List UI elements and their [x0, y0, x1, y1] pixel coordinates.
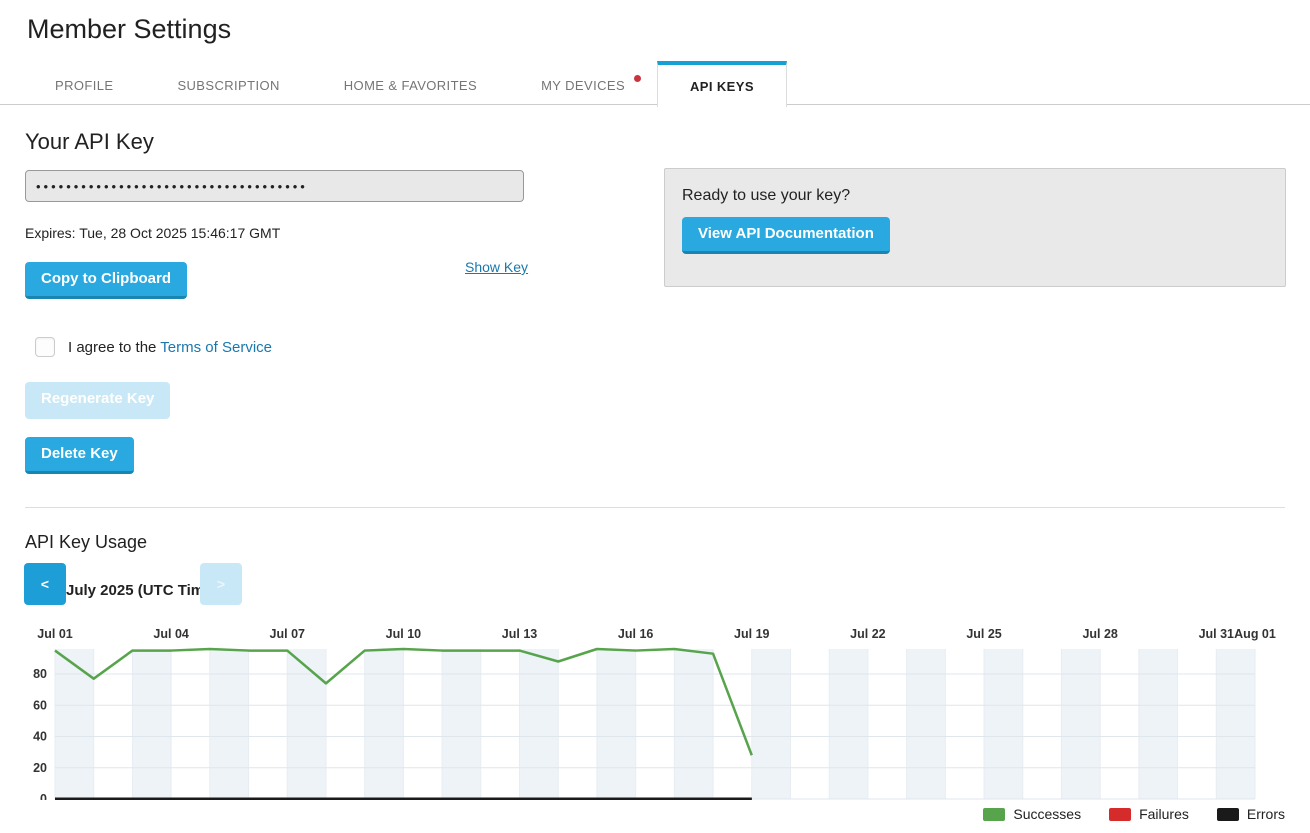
- x-axis-tick-label: Jul 13: [502, 627, 537, 641]
- y-axis-tick-label: 80: [33, 667, 47, 681]
- api-key-section-title: Your API Key: [25, 129, 154, 155]
- legend-item-successes[interactable]: Successes: [983, 806, 1081, 822]
- delete-key-button[interactable]: Delete Key: [25, 437, 134, 474]
- x-axis-tick-label: Jul 22: [850, 627, 885, 641]
- key-expiry-text: Expires: Tue, 28 Oct 2025 15:46:17 GMT: [25, 225, 280, 241]
- tab-home-favorites[interactable]: HOME & FAVORITES: [312, 61, 509, 105]
- terms-of-service-link[interactable]: Terms of Service: [160, 339, 272, 356]
- y-axis-tick-label: 40: [33, 730, 47, 744]
- x-axis-tick-label: Jul 10: [386, 627, 421, 641]
- x-axis-tick-label: Jul 04: [153, 627, 188, 641]
- copy-to-clipboard-button[interactable]: Copy to Clipboard: [25, 262, 187, 299]
- usage-chart-svg: 0 20 40 60 80 Jul 01 Jul 04 Jul 07 Jul 10 Jul 13 J…: [25, 622, 1285, 800]
- notification-dot-icon: [634, 75, 641, 82]
- day-band: [907, 649, 946, 799]
- agree-prefix-text: I agree to the: [68, 339, 160, 356]
- section-divider: [25, 507, 1285, 508]
- day-band: [55, 649, 94, 799]
- chart-legend: Successes Failures Errors: [983, 806, 1285, 822]
- day-band: [442, 649, 481, 799]
- x-axis-tick-label: Aug 01: [1234, 627, 1276, 641]
- legend-item-errors[interactable]: Errors: [1217, 806, 1285, 822]
- ready-to-use-card: Ready to use your key? View API Document…: [664, 168, 1286, 287]
- x-axis-tick-label: Jul 07: [270, 627, 305, 641]
- tab-api-keys-label: API KEYS: [690, 79, 754, 94]
- x-axis-tick-label: Jul 25: [966, 627, 1001, 641]
- x-axis-tick-label: Jul 19: [734, 627, 769, 641]
- legend-label: Errors: [1247, 806, 1285, 822]
- y-axis-tick-label: 0: [40, 792, 47, 800]
- x-axis-tick-label: Jul 01: [37, 627, 72, 641]
- day-band: [752, 649, 791, 799]
- day-band: [597, 649, 636, 799]
- previous-month-button[interactable]: <: [24, 563, 66, 605]
- day-band: [287, 649, 326, 799]
- usage-chart: 0 20 40 60 80 Jul 01 Jul 04 Jul 07 Jul 10 Jul 13 J…: [25, 622, 1285, 800]
- day-band: [1139, 649, 1178, 799]
- day-band: [1216, 649, 1255, 799]
- show-key-link[interactable]: Show Key: [465, 259, 528, 275]
- terms-agree-row: I agree to the Terms of Service: [35, 337, 272, 357]
- terms-checkbox[interactable]: [35, 337, 55, 357]
- view-api-documentation-button[interactable]: View API Documentation: [682, 217, 890, 254]
- day-band: [520, 649, 559, 799]
- legend-swatch-icon: [1217, 808, 1239, 821]
- tab-subscription[interactable]: SUBSCRIPTION: [145, 61, 311, 105]
- tab-profile[interactable]: PROFILE: [23, 61, 145, 105]
- day-band: [210, 649, 249, 799]
- day-band: [829, 649, 868, 799]
- tab-profile-label: PROFILE: [55, 78, 113, 93]
- tab-home-favorites-label: HOME & FAVORITES: [344, 78, 477, 93]
- page-title: Member Settings: [27, 14, 231, 45]
- regenerate-key-button[interactable]: Regenerate Key: [25, 382, 170, 419]
- x-axis-tick-label: Jul 16: [618, 627, 653, 641]
- y-axis-tick-label: 20: [33, 761, 47, 775]
- day-band: [1061, 649, 1100, 799]
- day-band: [365, 649, 404, 799]
- legend-swatch-icon: [983, 808, 1005, 821]
- legend-label: Successes: [1013, 806, 1081, 822]
- month-label: July 2025 (UTC Time): [66, 582, 217, 599]
- legend-label: Failures: [1139, 806, 1189, 822]
- tab-my-devices[interactable]: MY DEVICES: [509, 61, 657, 105]
- legend-item-failures[interactable]: Failures: [1109, 806, 1189, 822]
- terms-agree-text: I agree to the Terms of Service: [68, 339, 272, 356]
- member-settings-page: Member Settings PROFILE SUBSCRIPTION HOM…: [0, 0, 1310, 833]
- api-key-masked-input[interactable]: [25, 170, 524, 202]
- day-band: [132, 649, 171, 799]
- day-band: [674, 649, 713, 799]
- next-month-button[interactable]: >: [200, 563, 242, 605]
- tab-my-devices-label: MY DEVICES: [541, 78, 625, 93]
- x-axis-tick-label: Jul 28: [1082, 627, 1117, 641]
- legend-swatch-icon: [1109, 808, 1131, 821]
- tab-bar: PROFILE SUBSCRIPTION HOME & FAVORITES MY…: [0, 61, 1310, 105]
- tab-subscription-label: SUBSCRIPTION: [177, 78, 279, 93]
- day-band: [984, 649, 1023, 799]
- tab-api-keys[interactable]: API KEYS: [657, 61, 787, 107]
- x-axis-tick-label: Jul 31: [1199, 627, 1234, 641]
- y-axis-tick-label: 60: [33, 698, 47, 712]
- ready-question-text: Ready to use your key?: [682, 187, 850, 205]
- usage-section-title: API Key Usage: [25, 532, 147, 553]
